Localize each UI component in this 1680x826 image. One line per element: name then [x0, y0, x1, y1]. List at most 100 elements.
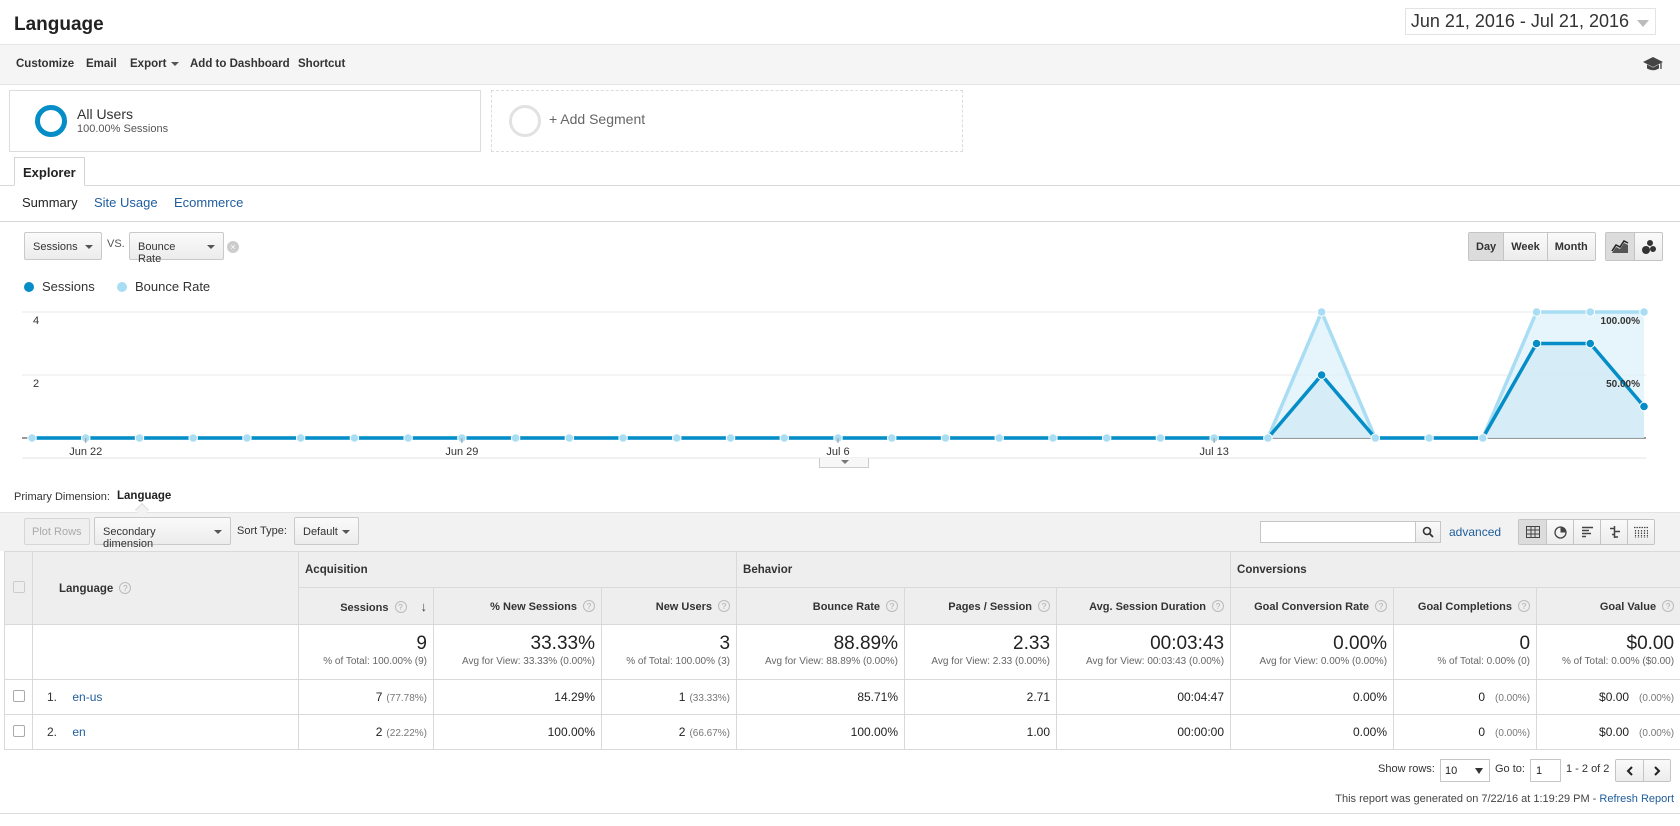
add-to-dashboard-button[interactable]: Add to Dashboard: [190, 58, 290, 70]
table-row: 1. en-us 7 (77.78%) 14.29% 1 (33.33%) 85.7…: [4, 679, 1680, 715]
date-range-picker[interactable]: Jun 21, 2016 - Jul 21, 2016: [1404, 8, 1656, 35]
help-icon[interactable]: ?: [718, 599, 731, 612]
legend-bounce-rate[interactable]: Bounce Rate: [117, 279, 210, 294]
totals-empty-cell: [4, 624, 33, 680]
subtab-ecommerce[interactable]: Ecommerce: [174, 195, 243, 210]
bounce-rate-point: [1585, 307, 1596, 317]
total-value: 0: [1519, 633, 1531, 654]
language-link[interactable]: en-us: [72, 690, 102, 704]
column-header-label: Goal Value: [1599, 600, 1657, 613]
help-icon[interactable]: ?: [119, 581, 132, 594]
chart-collapse-handle[interactable]: [819, 458, 869, 468]
help-icon[interactable]: ?: [1375, 599, 1388, 612]
performance-view-icon[interactable]: [1573, 520, 1600, 544]
sessions-point: [1316, 370, 1327, 380]
metric-select-sessions[interactable]: Sessions: [24, 232, 102, 260]
column-header-bounce-rate[interactable]: Bounce Rate?: [736, 587, 906, 625]
subtab-site-usage[interactable]: Site Usage: [94, 195, 158, 210]
add-segment-button[interactable]: + Add Segment: [491, 90, 963, 152]
pie-view-icon[interactable]: [1546, 520, 1573, 544]
chevron-down-icon: [342, 530, 350, 534]
email-button[interactable]: Email: [86, 58, 117, 70]
day-button[interactable]: Day: [1469, 233, 1504, 260]
tab-explorer[interactable]: Explorer: [14, 157, 85, 186]
help-icon[interactable]: ?: [1212, 599, 1225, 612]
total-detail: Avg for View: 0.00% (0.00%): [1259, 656, 1388, 667]
empty-ring-icon: [509, 105, 541, 137]
plot-rows-button[interactable]: Plot Rows: [24, 518, 90, 545]
sort-type-select[interactable]: Default: [294, 517, 359, 545]
metric-select-bounce-rate[interactable]: Bounce Rate: [129, 232, 224, 265]
advanced-filter-link[interactable]: advanced: [1449, 525, 1501, 539]
graduation-cap-icon[interactable]: [1642, 55, 1664, 73]
remove-metric-icon[interactable]: ×: [227, 241, 239, 253]
next-page-icon[interactable]: [1643, 760, 1670, 781]
segment-detail: 100.00% Sessions: [77, 123, 169, 135]
column-header-new-users[interactable]: New Users?: [600, 587, 738, 625]
bounce-rate-point: [1370, 433, 1381, 443]
row-checkbox[interactable]: [12, 724, 25, 737]
totals-cell: 00:03:43 Avg for View: 00:03:43 (0.00%): [1056, 624, 1232, 680]
column-header-avg-duration[interactable]: Avg. Session Duration?: [1056, 587, 1232, 625]
column-header-goal-conv-rate[interactable]: Goal Conversion Rate?: [1230, 587, 1395, 625]
select-all-checkbox[interactable]: [12, 580, 25, 593]
goal-value-cell: $0.00 (0.00%): [1536, 714, 1680, 750]
sessions-point: [1585, 338, 1596, 349]
goto-page-input[interactable]: 1: [1530, 759, 1561, 782]
bounce-rate-point: [940, 433, 951, 443]
help-icon[interactable]: ?: [1662, 599, 1675, 612]
comparison-view-icon[interactable]: [1600, 520, 1627, 544]
segment-all-users[interactable]: All Users 100.00% Sessions: [9, 90, 481, 152]
chevron-down-icon: [1475, 768, 1483, 774]
refresh-report-link[interactable]: Refresh Report: [1599, 793, 1674, 805]
pivot-view-icon[interactable]: [1627, 520, 1654, 544]
language-link[interactable]: en: [72, 725, 85, 739]
help-icon[interactable]: ?: [1518, 599, 1531, 612]
search-icon[interactable]: [1415, 521, 1441, 543]
row-checkbox[interactable]: [12, 689, 25, 702]
line-chart-icon[interactable]: [1606, 233, 1634, 260]
bounce-rate-point: [618, 433, 628, 443]
data-table-view-icon[interactable]: [1519, 520, 1546, 544]
totals-cell: 9 % of Total: 100.00% (9): [298, 624, 434, 680]
bounce-rate-point: [672, 433, 682, 443]
subtab-summary[interactable]: Summary: [22, 195, 78, 210]
secondary-dimension-select[interactable]: Secondary dimension: [94, 517, 231, 550]
new-users-percent: (66.67%): [689, 728, 731, 739]
previous-page-icon[interactable]: [1616, 760, 1643, 781]
show-rows-select[interactable]: 10: [1440, 759, 1490, 782]
help-icon[interactable]: ?: [886, 599, 899, 612]
customize-button[interactable]: Customize: [16, 58, 74, 70]
legend-sessions[interactable]: Sessions: [24, 279, 95, 294]
total-value: 2.33: [1013, 633, 1051, 654]
column-header-goal-value[interactable]: Goal Value?: [1536, 587, 1680, 625]
help-icon[interactable]: ?: [1038, 599, 1051, 612]
bounce-rate-point: [188, 433, 198, 443]
bounce-rate-point: [242, 433, 252, 443]
total-detail: % of Total: 100.00% (3): [626, 656, 731, 667]
help-icon[interactable]: ?: [394, 600, 407, 613]
column-header-label: Goal Completions: [1417, 600, 1513, 613]
select-all-cell: [4, 551, 33, 625]
shortcut-button[interactable]: Shortcut: [298, 58, 345, 70]
table-row: 2. en 2 (22.22%) 100.00% 2 (66.67%) 100.00…: [4, 714, 1680, 750]
language-data-table: Language? Acquisition Behavior Conversio…: [4, 551, 1680, 750]
help-icon[interactable]: ?: [583, 599, 595, 612]
export-button[interactable]: Export: [130, 58, 180, 70]
column-header-new-sessions[interactable]: % New Sessions?: [433, 587, 602, 625]
completions-value: 0: [1478, 725, 1486, 739]
primary-dimension-language[interactable]: Language: [117, 490, 171, 502]
column-header-pages-session[interactable]: Pages / Session?: [904, 587, 1058, 625]
column-header-sessions[interactable]: Sessions? ↓: [298, 587, 434, 625]
bounce-rate-point: [1639, 307, 1649, 317]
totals-row: 9 % of Total: 100.00% (9) 33.33% Avg for Vi…: [4, 624, 1680, 680]
column-header-goal-completions[interactable]: Goal Completions?: [1393, 587, 1538, 625]
week-button[interactable]: Week: [1503, 233, 1547, 260]
month-button[interactable]: Month: [1546, 233, 1595, 260]
new-users-percent: (33.33%): [689, 693, 731, 704]
motion-chart-icon[interactable]: [1634, 233, 1662, 260]
total-value: 88.89%: [833, 633, 899, 654]
table-search-input[interactable]: [1264, 523, 1414, 541]
pagination-buttons: [1615, 759, 1671, 782]
chevron-down-icon: [1637, 20, 1649, 27]
